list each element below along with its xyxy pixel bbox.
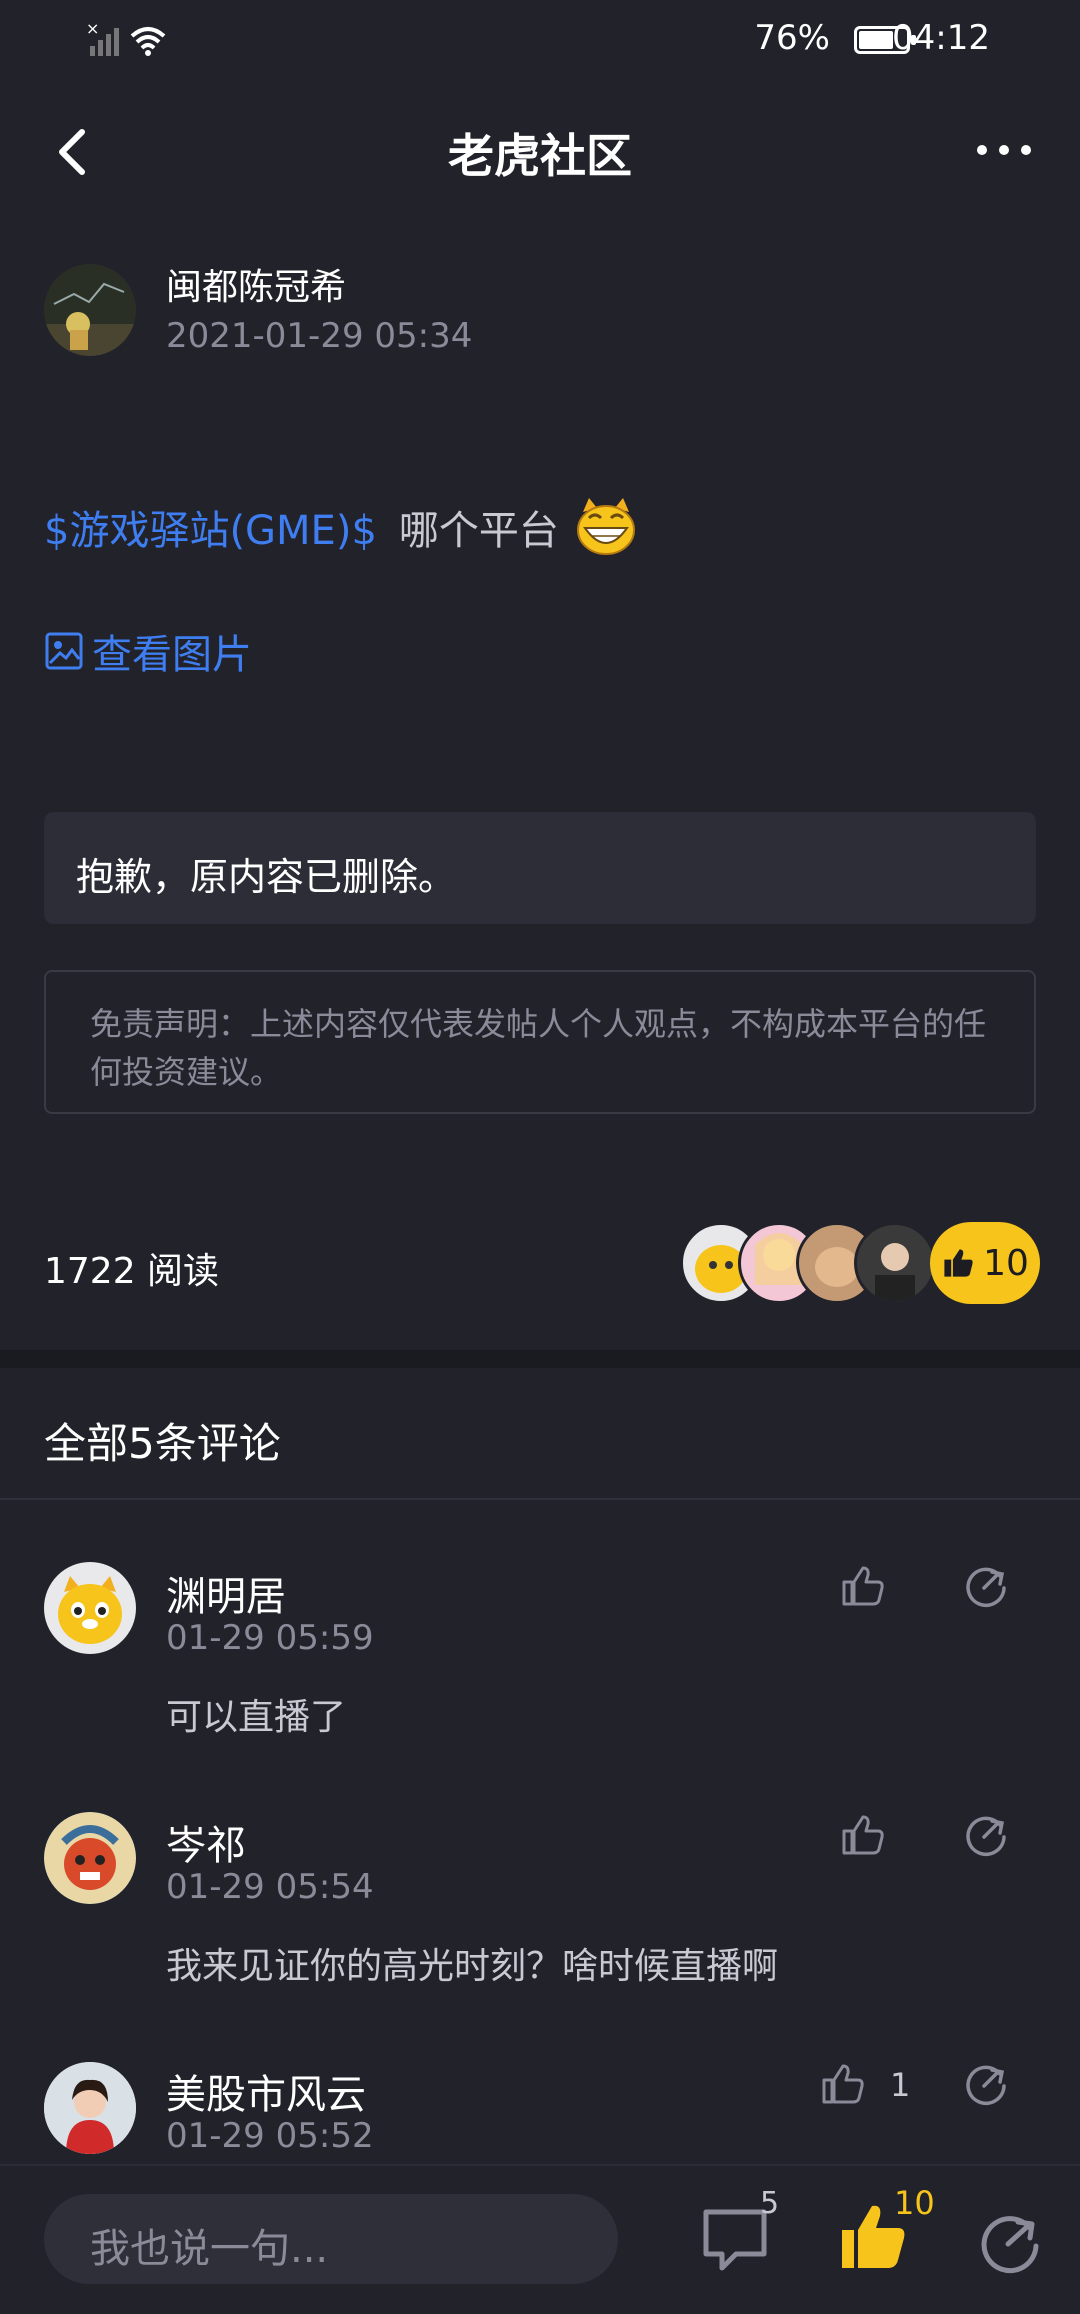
deleted-notice-text: 抱歉，原内容已删除。	[76, 855, 457, 899]
comment-share-icon[interactable]	[962, 1562, 1010, 1610]
deleted-notice: 抱歉，原内容已删除。	[44, 812, 1036, 924]
comment-text: 我来见证你的高光时刻？啥时候直播啊	[166, 1946, 779, 1987]
author-name[interactable]: 闽都陈冠希	[166, 258, 346, 310]
like-count: 10	[983, 1242, 1029, 1284]
comment-avatar[interactable]	[44, 2062, 136, 2154]
comment-text: 可以直播了	[166, 1697, 347, 1738]
liker-avatar	[854, 1222, 936, 1304]
comment-like-icon[interactable]	[838, 1811, 886, 1859]
divider	[0, 1498, 1080, 1500]
post-time: 2021-01-29 05:34	[166, 316, 473, 356]
likers-list[interactable]: 10	[680, 1218, 1040, 1308]
author-avatar[interactable]	[44, 264, 136, 356]
post-body: $游戏驿站(GME)$ 哪个平台	[44, 492, 641, 562]
read-count: 1722 阅读	[44, 1251, 220, 1292]
view-image-label: 查看图片	[92, 632, 252, 678]
comment-like-icon[interactable]	[818, 2060, 866, 2108]
comment-count: 5	[760, 2186, 780, 2221]
comment-input-placeholder: 我也说一句...	[90, 2226, 329, 2272]
comment-time: 01-29 05:52	[166, 2116, 374, 2156]
status-bar: × 76% 04:12	[0, 0, 1080, 80]
comment-like-count: 1	[890, 2066, 911, 2104]
header: 老虎社区	[0, 100, 1080, 200]
comment-like-icon[interactable]	[838, 1562, 886, 1610]
comment-author[interactable]: 渊明居	[166, 1564, 286, 1622]
disclaimer: 免责声明：上述内容仅代表发帖人个人观点，不构成本平台的任何投资建议。	[44, 970, 1036, 1114]
like-count: 10	[894, 2184, 935, 2222]
image-icon	[45, 632, 83, 670]
comment-time: 01-29 05:54	[166, 1867, 374, 1907]
comment-avatar[interactable]	[44, 1562, 136, 1654]
comment-share-icon[interactable]	[962, 2060, 1010, 2108]
tiger-emoji-icon	[576, 498, 635, 555]
section-divider	[0, 1350, 1080, 1368]
share-icon[interactable]	[978, 2210, 1042, 2274]
clock: 04:12	[892, 18, 990, 58]
page-title: 老虎社区	[448, 129, 632, 183]
comment-input[interactable]: 我也说一句...	[44, 2194, 618, 2284]
comment-avatar[interactable]	[44, 1812, 136, 1904]
more-icon[interactable]	[976, 140, 1032, 160]
battery-percent: 76%	[754, 18, 830, 58]
comment-author[interactable]: 岑祁	[166, 1813, 246, 1871]
view-image-link[interactable]: 查看图片	[44, 622, 252, 680]
bottom-bar: 我也说一句... 5 10	[0, 2164, 1080, 2314]
comments-title: 全部5条评论	[44, 1419, 281, 1468]
comment-time: 01-29 05:59	[166, 1618, 374, 1658]
signal-wifi-icon: ×	[86, 20, 166, 56]
svg-text:×: ×	[86, 20, 99, 38]
like-count-pill[interactable]: 10	[930, 1222, 1040, 1304]
thumbs-up-icon	[944, 1249, 973, 1277]
comment-author[interactable]: 美股市风云	[166, 2062, 366, 2120]
disclaimer-text: 免责声明：上述内容仅代表发帖人个人观点，不构成本平台的任何投资建议。	[90, 1005, 987, 1091]
comment-share-icon[interactable]	[962, 1811, 1010, 1859]
ticker-link[interactable]: $游戏驿站(GME)$	[44, 498, 377, 556]
post-text: 哪个平台	[398, 508, 559, 554]
